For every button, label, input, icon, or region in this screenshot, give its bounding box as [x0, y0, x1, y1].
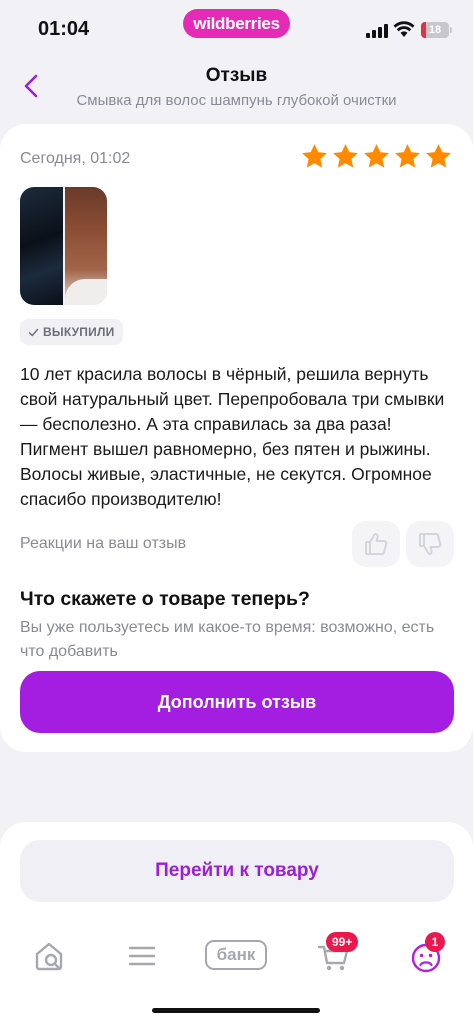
- go-to-product-button[interactable]: Перейти к товару: [20, 840, 454, 902]
- home-search-icon[interactable]: [32, 936, 66, 976]
- star-icon: [395, 144, 420, 168]
- cart-count-badge: 99+: [326, 932, 359, 952]
- like-button[interactable]: [352, 521, 400, 567]
- bottom-panel: Перейти к товару банк 99+ 1: [0, 822, 473, 1024]
- reactions-label: Реакции на ваш отзыв: [20, 535, 187, 552]
- battery-icon: 18: [421, 22, 452, 38]
- add-to-review-button[interactable]: Дополнить отзыв: [20, 671, 454, 733]
- catalog-menu-icon[interactable]: [126, 936, 158, 976]
- home-indicator: [152, 1008, 320, 1013]
- followup-subtitle: Вы уже пользуетесь им какое-то время: во…: [20, 619, 435, 660]
- wildberries-logo: wildberries: [183, 9, 290, 38]
- thumbs-down-icon: [419, 533, 442, 555]
- thumbs-up-icon: [365, 533, 388, 555]
- star-icon: [426, 144, 451, 168]
- product-name: Смывка для волос шампунь глубокой очистк…: [76, 92, 397, 109]
- bank-tab[interactable]: банк: [205, 940, 267, 970]
- photo-divider: [62, 187, 65, 305]
- review-photo[interactable]: [20, 187, 107, 305]
- review-date: Сегодня, 01:02: [20, 150, 131, 167]
- status-time: 01:04: [38, 18, 90, 40]
- page-title: Отзыв: [205, 65, 268, 86]
- followup-title: Что скажете о товаре теперь?: [20, 588, 310, 610]
- header: Отзыв Смывка для волос шампунь глубокой …: [0, 60, 473, 112]
- photo-before: [20, 187, 64, 305]
- rating-stars: [300, 142, 453, 171]
- tab-bar: банк: [0, 932, 473, 982]
- status-bar: 01:04 wildberries 18: [0, 0, 473, 60]
- battery-level: 18: [428, 24, 442, 36]
- star-icon: [333, 144, 358, 168]
- dislike-button[interactable]: [406, 521, 454, 567]
- review-card: Сегодня, 01:02 ВЫКУПИЛИ 10 лет красила в…: [0, 124, 473, 752]
- purchased-badge: ВЫКУПИЛИ: [20, 319, 124, 345]
- photo-face: [65, 279, 107, 305]
- cellular-signal-icon: [366, 24, 388, 38]
- wifi-icon: [393, 21, 415, 37]
- purchased-badge-label: ВЫКУПИЛИ: [43, 325, 115, 339]
- star-icon: [364, 144, 389, 168]
- star-icon: [302, 144, 327, 168]
- profile-notification-badge: 1: [425, 932, 445, 952]
- review-text: 10 лет красила волосы в чёрный, решила в…: [20, 364, 445, 509]
- check-icon: [28, 328, 39, 336]
